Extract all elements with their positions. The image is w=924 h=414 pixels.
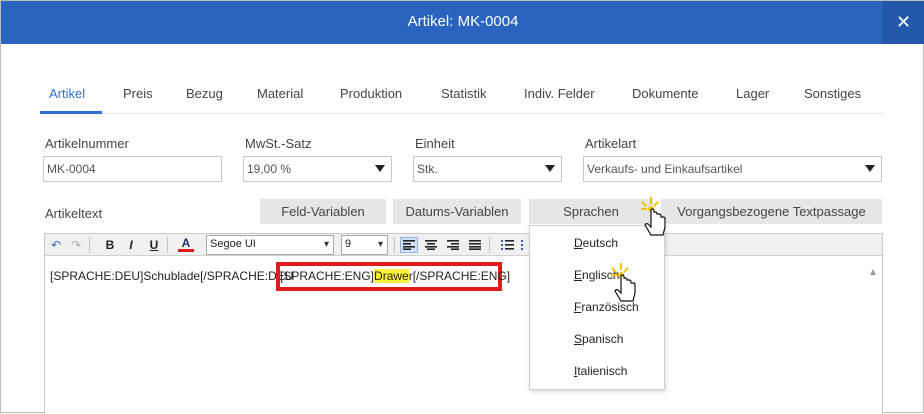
tab-statistik[interactable]: Statistik xyxy=(441,86,487,101)
align-left-icon xyxy=(403,240,415,250)
title-bar: Artikel: MK-0004 ✕ xyxy=(1,1,924,44)
tab-indiv-felder[interactable]: Indiv. Felder xyxy=(524,86,595,101)
hand-cursor-icon xyxy=(641,197,666,236)
numbered-list-icon xyxy=(521,240,523,250)
einheit-label: Einheit xyxy=(415,136,455,151)
content-deu: [SPRACHE:DEU]Schublade[/SPRACHE:DEU xyxy=(50,269,294,283)
tab-artikel[interactable]: Artikel xyxy=(49,86,85,101)
artikelnummer-label: Artikelnummer xyxy=(45,136,129,151)
editor-content: [SPRACHE:DEU]Schublade[/SPRACHE:DEU xyxy=(50,269,293,283)
numbered-list-button[interactable] xyxy=(519,237,529,253)
align-center-icon xyxy=(425,240,437,250)
font-size-select[interactable]: 9 ▾ xyxy=(341,235,388,255)
close-icon: ✕ xyxy=(895,12,912,32)
hand-cursor-icon xyxy=(611,263,636,302)
underline-button[interactable]: U xyxy=(147,237,161,253)
artikelart-label: Artikelart xyxy=(585,136,637,151)
align-center-button[interactable] xyxy=(423,237,439,253)
einheit-select[interactable]: Stk. xyxy=(413,156,562,182)
align-right-icon xyxy=(447,240,459,250)
mwst-select[interactable]: 19,00 % xyxy=(243,156,392,182)
font-family-value: Segoe UI xyxy=(210,238,256,250)
menu-item-spanisch[interactable]: Spanisch xyxy=(574,332,623,346)
tab-material[interactable]: Material xyxy=(257,86,303,101)
align-right-button[interactable] xyxy=(445,237,461,253)
active-tab-indicator xyxy=(40,111,102,114)
window-title: Artikel: MK-0004 xyxy=(407,13,519,30)
content-eng-marked: Drawe xyxy=(374,269,409,283)
editor-toolbar: ↶ ↷ B I U A Segoe UI ▾ 9 ▾ xyxy=(45,234,882,256)
chevron-down-icon xyxy=(375,165,385,172)
tab-produktion[interactable]: Produktion xyxy=(340,86,402,101)
menu-item-deutsch[interactable]: Deutsch xyxy=(574,236,618,250)
italic-button[interactable]: I xyxy=(124,237,138,253)
toolbar-separator xyxy=(167,237,168,253)
einheit-value: Stk. xyxy=(417,162,438,176)
datums-variablen-button[interactable]: Datums-Variablen xyxy=(393,199,521,224)
font-color-button[interactable]: A xyxy=(178,236,194,252)
toolbar-separator xyxy=(489,237,490,253)
font-size-value: 9 xyxy=(345,238,352,250)
justify-button[interactable] xyxy=(467,237,483,253)
tab-lager[interactable]: Lager xyxy=(736,86,769,101)
bullet-list-button[interactable] xyxy=(499,237,515,253)
content-eng: [SPRACHE:ENG]Drawer[/SPRACHE:ENG] xyxy=(280,269,510,283)
scroll-up-icon[interactable]: ▲ xyxy=(868,267,878,278)
sprachen-button[interactable]: Sprachen xyxy=(529,199,653,224)
chevron-down-icon: ▾ xyxy=(377,239,383,250)
vorgangsbezogene-textpassage-button[interactable]: Vorgangsbezogene Textpassage xyxy=(661,199,882,224)
tab-bezug[interactable]: Bezug xyxy=(186,86,223,101)
artikelart-select[interactable]: Verkaufs- und Einkaufsartikel xyxy=(583,156,882,182)
align-left-button[interactable] xyxy=(400,237,418,253)
close-button[interactable]: ✕ xyxy=(882,1,924,44)
mwst-label: MwSt.-Satz xyxy=(245,136,312,151)
mwst-value: 19,00 % xyxy=(247,162,292,176)
font-family-select[interactable]: Segoe UI ▾ xyxy=(206,235,334,255)
toolbar-separator xyxy=(394,237,395,253)
chevron-down-icon: ▾ xyxy=(323,239,329,250)
tab-dokumente[interactable]: Dokumente xyxy=(632,86,698,101)
dialog-window: Artikel: MK-0004 ✕ Artikel Preis Bezug M… xyxy=(0,0,924,414)
menu-item-italienisch[interactable]: Italienisch xyxy=(574,364,627,378)
bold-button[interactable]: B xyxy=(103,237,117,253)
bullet-list-icon xyxy=(500,240,514,250)
artikelnummer-value: MK-0004 xyxy=(47,162,96,176)
content-eng-open: [SPRACHE:ENG] xyxy=(280,269,375,283)
tab-divider xyxy=(40,113,885,114)
editor-scrollbar[interactable]: ▲ xyxy=(866,264,880,414)
content-eng-close: r[/SPRACHE:ENG] xyxy=(408,269,511,283)
toolbar-separator xyxy=(89,237,90,253)
undo-icon[interactable]: ↶ xyxy=(49,237,63,253)
tab-sonstiges[interactable]: Sonstiges xyxy=(804,86,861,101)
tab-preis[interactable]: Preis xyxy=(123,86,153,101)
artikelnummer-input[interactable]: MK-0004 xyxy=(43,156,222,182)
redo-icon[interactable]: ↷ xyxy=(69,237,83,253)
artikelart-value: Verkaufs- und Einkaufsartikel xyxy=(587,162,743,176)
chevron-down-icon xyxy=(545,165,555,172)
rich-text-editor[interactable]: ↶ ↷ B I U A Segoe UI ▾ 9 ▾ [SPRACHE:DEU]… xyxy=(44,233,883,414)
justify-icon xyxy=(469,240,481,250)
chevron-down-icon xyxy=(865,165,875,172)
language-menu: Deutsch Englisch Französisch Spanisch It… xyxy=(529,225,665,390)
artikeltext-label: Artikeltext xyxy=(45,206,103,221)
feld-variablen-button[interactable]: Feld-Variablen xyxy=(260,199,386,224)
